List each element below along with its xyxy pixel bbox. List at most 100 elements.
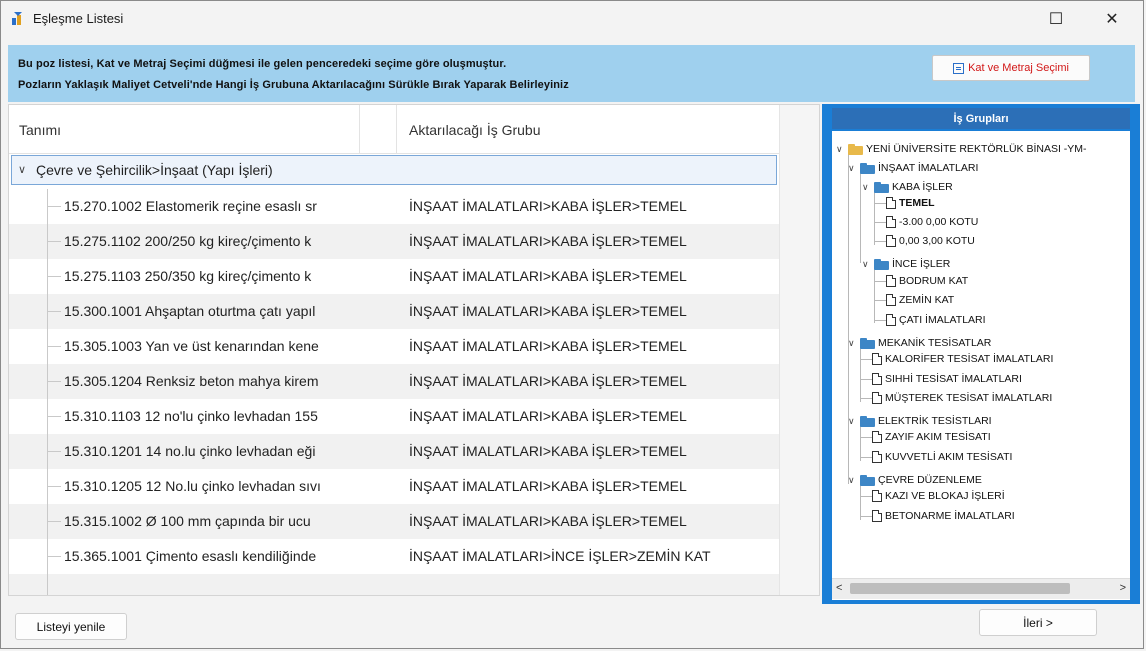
document-icon xyxy=(872,510,882,522)
table-row[interactable]: 15.315.1002 Ø 100 mm çapında bir ucu İNŞ… xyxy=(9,504,779,539)
document-icon xyxy=(872,431,882,443)
tree-node-betonarme[interactable]: BETONARME İMALATLARI xyxy=(872,507,1015,525)
poz-description: 15.315.1002 Ø 100 mm çapında bir ucu xyxy=(64,513,311,529)
poz-target-group: İNŞAAT İMALATLARI>KABA İŞLER>TEMEL xyxy=(409,233,687,249)
tree-node-label: YENİ ÜNİVERSİTE REKTÖRLÜK BİNASI -YM- xyxy=(866,143,1087,155)
tree-node-temel[interactable]: TEMEL xyxy=(886,194,935,212)
window-title: Eşleşme Listesi xyxy=(33,11,124,26)
poz-grid[interactable]: Tanımı Aktarılacağı İş Grubu ∨ Çevre ve … xyxy=(8,104,820,596)
tree-node-musterek[interactable]: MÜŞTEREK TESİSAT İMALATLARI xyxy=(872,389,1052,407)
document-icon xyxy=(886,275,896,287)
is-gruplari-header: İş Grupları xyxy=(832,108,1130,129)
group-row[interactable]: ∨ Çevre ve Şehircilik>İnşaat (Yapı İşler… xyxy=(11,155,777,185)
poz-description: 15.270.1002 Elastomerik reçine esaslı sr xyxy=(64,198,317,214)
poz-target-group: İNŞAAT İMALATLARI>KABA İŞLER>TEMEL xyxy=(409,303,687,319)
poz-description: 15.310.1201 14 no.lu çinko levhadan eği xyxy=(64,443,316,459)
scroll-left-icon[interactable]: < xyxy=(836,582,842,594)
tree-node-root[interactable]: ∨ YENİ ÜNİVERSİTE REKTÖRLÜK BİNASI -YM- xyxy=(836,140,1087,158)
column-header-tanimi[interactable]: Tanımı xyxy=(19,122,61,138)
tree-node-label: İNCE İŞLER xyxy=(892,258,951,270)
tree-node-kot-1[interactable]: -3.00 0,00 KOTU xyxy=(886,213,978,231)
folder-icon xyxy=(860,162,876,174)
table-row[interactable]: 15.365.1001 Çimento esaslı kendiliğinde … xyxy=(9,539,779,574)
document-icon xyxy=(886,294,896,306)
horizontal-scrollbar[interactable]: < > xyxy=(832,578,1130,599)
scrollbar-thumb[interactable] xyxy=(850,583,1070,594)
poz-target-group: İNŞAAT İMALATLARI>KABA İŞLER>TEMEL xyxy=(409,443,687,459)
poz-description: 15.300.1001 Ahşaptan oturtma çatı yapıl xyxy=(64,303,316,319)
table-row[interactable]: 15.305.1003 Yan ve üst kenarından kene İ… xyxy=(9,329,779,364)
group-label: Çevre ve Şehircilik>İnşaat (Yapı İşleri) xyxy=(36,162,273,178)
banner-line-2: Pozların Yaklaşık Maliyet Cetveli'nde Ha… xyxy=(18,79,569,91)
table-row[interactable]: 15.300.1001 Ahşaptan oturtma çatı yapıl … xyxy=(9,294,779,329)
grid-header: Tanımı Aktarılacağı İş Grubu xyxy=(9,105,779,154)
is-gruplari-tree[interactable]: ∨ YENİ ÜNİVERSİTE REKTÖRLÜK BİNASI -YM- ∨… xyxy=(832,131,1130,600)
column-header-is-grubu[interactable]: Aktarılacağı İş Grubu xyxy=(409,122,541,138)
poz-description: 15.310.1103 12 no'lu çinko levhadan 155 xyxy=(64,408,318,424)
document-icon xyxy=(886,197,896,209)
table-row[interactable]: 15.275.1103 250/350 kg kireç/çimento k İ… xyxy=(9,259,779,294)
chevron-down-icon[interactable]: ∨ xyxy=(848,338,858,349)
document-icon xyxy=(872,353,882,365)
table-row[interactable] xyxy=(9,574,779,595)
esleme-window: Eşleşme Listesi ☐ ✕ Bu poz listesi, Kat … xyxy=(0,0,1144,649)
tree-node-kot-2[interactable]: 0,00 3,00 KOTU xyxy=(886,232,975,250)
folder-icon xyxy=(860,337,876,349)
table-row[interactable]: 15.275.1102 200/250 kg kireç/çimento k İ… xyxy=(9,224,779,259)
tree-node-bodrum-kat[interactable]: BODRUM KAT xyxy=(886,272,968,290)
poz-target-group: İNŞAAT İMALATLARI>KABA İŞLER>TEMEL xyxy=(409,373,687,389)
document-icon xyxy=(872,392,882,404)
kat-metraj-button[interactable]: Kat ve Metraj Seçimi xyxy=(932,55,1090,81)
banner-line-1: Bu poz listesi, Kat ve Metraj Seçimi düğ… xyxy=(18,58,507,70)
chevron-down-icon[interactable]: ∨ xyxy=(848,475,858,486)
chevron-down-icon[interactable]: ∨ xyxy=(18,163,26,176)
tree-node-label: BETONARME İMALATLARI xyxy=(885,510,1015,522)
folder-icon xyxy=(860,474,876,486)
tree-node-label: ZAYIF AKIM TESİSATI xyxy=(885,431,991,443)
next-button[interactable]: İleri > xyxy=(979,609,1097,636)
table-row[interactable]: 15.270.1002 Elastomerik reçine esaslı sr… xyxy=(9,189,779,224)
table-row[interactable]: 15.310.1201 14 no.lu çinko levhadan eği … xyxy=(9,434,779,469)
poz-description: 15.305.1003 Yan ve üst kenarından kene xyxy=(64,338,319,354)
vertical-scrollbar[interactable] xyxy=(779,105,819,595)
tree-node-cati[interactable]: ÇATI İMALATLARI xyxy=(886,311,986,329)
chevron-down-icon[interactable]: ∨ xyxy=(862,259,872,270)
tree-node-insaat[interactable]: ∨ İNŞAAT İMALATLARI xyxy=(848,159,978,177)
column-divider[interactable] xyxy=(396,105,397,153)
maximize-button[interactable]: ☐ xyxy=(1041,7,1071,31)
tree-node-label: İNŞAAT İMALATLARI xyxy=(878,162,979,174)
kat-metraj-label: Kat ve Metraj Seçimi xyxy=(968,62,1069,74)
tree-node-label: -3.00 0,00 KOTU xyxy=(899,216,979,228)
column-divider[interactable] xyxy=(359,105,360,153)
close-button[interactable]: ✕ xyxy=(1097,7,1127,31)
tree-node-zemin-kat[interactable]: ZEMİN KAT xyxy=(886,291,954,309)
document-icon xyxy=(872,490,882,502)
scroll-right-icon[interactable]: > xyxy=(1120,582,1126,594)
tree-node-label: 0,00 3,00 KOTU xyxy=(899,235,975,247)
tree-node-kazi[interactable]: KAZI VE BLOKAJ İŞLERİ xyxy=(872,487,1005,505)
table-row[interactable]: 15.310.1205 12 No.lu çinko levhadan sıvı… xyxy=(9,469,779,504)
tree-node-kalorifer[interactable]: KALORİFER TESİSAT İMALATLARI xyxy=(872,350,1053,368)
tree-node-sihhi[interactable]: SIHHİ TESİSAT İMALATLARI xyxy=(872,370,1022,388)
tree-node-label: MÜŞTEREK TESİSAT İMALATLARI xyxy=(885,392,1053,404)
tree-node-ince-isler[interactable]: ∨ İNCE İŞLER xyxy=(862,255,950,273)
poz-target-group: İNŞAAT İMALATLARI>KABA İŞLER>TEMEL xyxy=(409,338,687,354)
poz-description: 15.275.1103 250/350 kg kireç/çimento k xyxy=(64,268,312,284)
tree-node-kuvvetli-akim[interactable]: KUVVETLİ AKIM TESİSATI xyxy=(872,448,1012,466)
folder-icon xyxy=(874,258,890,270)
chevron-down-icon[interactable]: ∨ xyxy=(862,182,872,193)
app-icon xyxy=(12,12,22,25)
document-icon xyxy=(886,235,896,247)
table-row[interactable]: 15.310.1103 12 no'lu çinko levhadan 155 … xyxy=(9,399,779,434)
title-bar: Eşleşme Listesi ☐ ✕ xyxy=(1,1,1143,37)
tree-node-label: MEKANİK TESİSATLAR xyxy=(878,337,992,349)
refresh-list-button[interactable]: Listeyi yenile xyxy=(15,613,127,640)
chevron-down-icon[interactable]: ∨ xyxy=(848,163,858,174)
tree-node-label: KAZI VE BLOKAJ İŞLERİ xyxy=(885,490,1005,502)
table-row[interactable]: 15.305.1204 Renksiz beton mahya kirem İN… xyxy=(9,364,779,399)
tree-node-label: SIHHİ TESİSAT İMALATLARI xyxy=(885,373,1022,385)
chevron-down-icon[interactable]: ∨ xyxy=(836,144,846,155)
tree-node-label: KUVVETLİ AKIM TESİSATI xyxy=(885,451,1013,463)
chevron-down-icon[interactable]: ∨ xyxy=(848,416,858,427)
tree-node-zayif-akim[interactable]: ZAYIF AKIM TESİSATI xyxy=(872,428,991,446)
